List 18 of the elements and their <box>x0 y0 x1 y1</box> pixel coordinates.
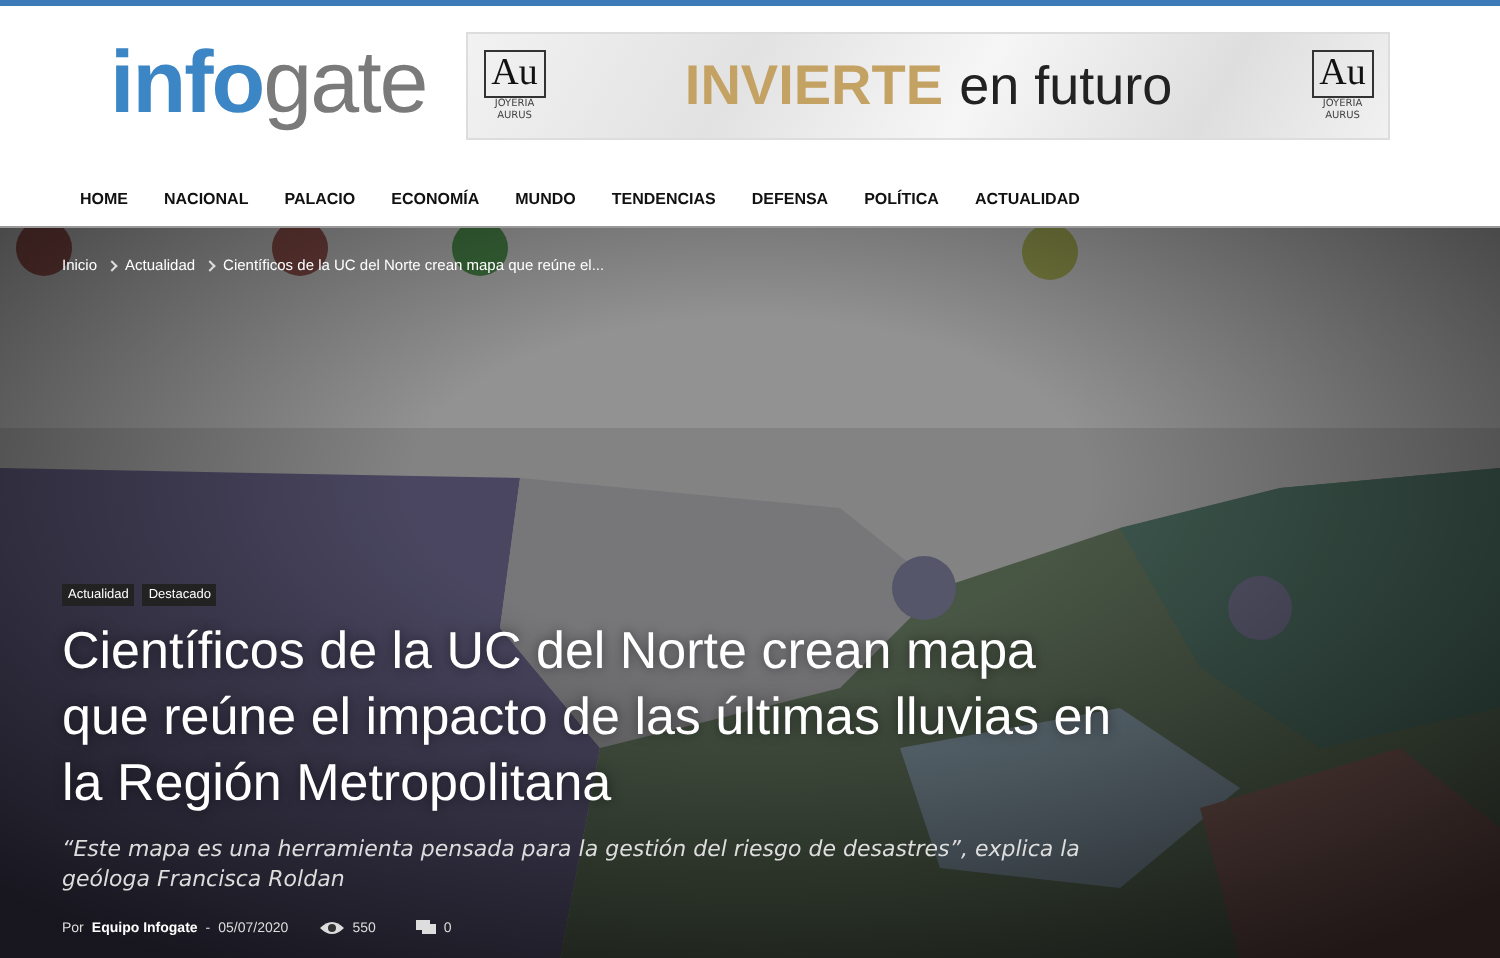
brand-mark: Au <box>483 50 546 98</box>
nav-link[interactable]: ECONOMÍA <box>379 189 492 207</box>
nav-link[interactable]: ACTUALIDAD <box>962 189 1092 207</box>
ad-tagline: en futuro <box>959 56 1173 118</box>
brand-mark: Au <box>1311 50 1374 98</box>
article-title: Científicos de la UC del Norte crean mapa que reúne el impacto de las últimas lluvias en la Región Metropolitana <box>62 618 1114 816</box>
ad-headline: INVIERTE <box>684 54 944 118</box>
site-logo[interactable]: infogate <box>110 33 427 133</box>
nav-link[interactable]: NACIONAL <box>152 189 261 207</box>
nav-link[interactable]: POLÍTICA <box>852 189 951 207</box>
nav-link[interactable]: PALACIO <box>272 189 368 207</box>
nav-link[interactable]: HOME <box>68 189 140 207</box>
nav-link[interactable]: DEFENSA <box>739 189 841 207</box>
comment-icon <box>415 920 436 936</box>
eye-icon <box>320 920 345 936</box>
nav-link[interactable]: MUNDO <box>503 189 588 207</box>
article-subtitle: “Este mapa es una herramienta pensada para la gestión del riesgo de desastres”, explica la geóloga Francisca Roldan <box>62 834 1082 894</box>
nav-link[interactable]: TENDENCIAS <box>599 189 728 207</box>
